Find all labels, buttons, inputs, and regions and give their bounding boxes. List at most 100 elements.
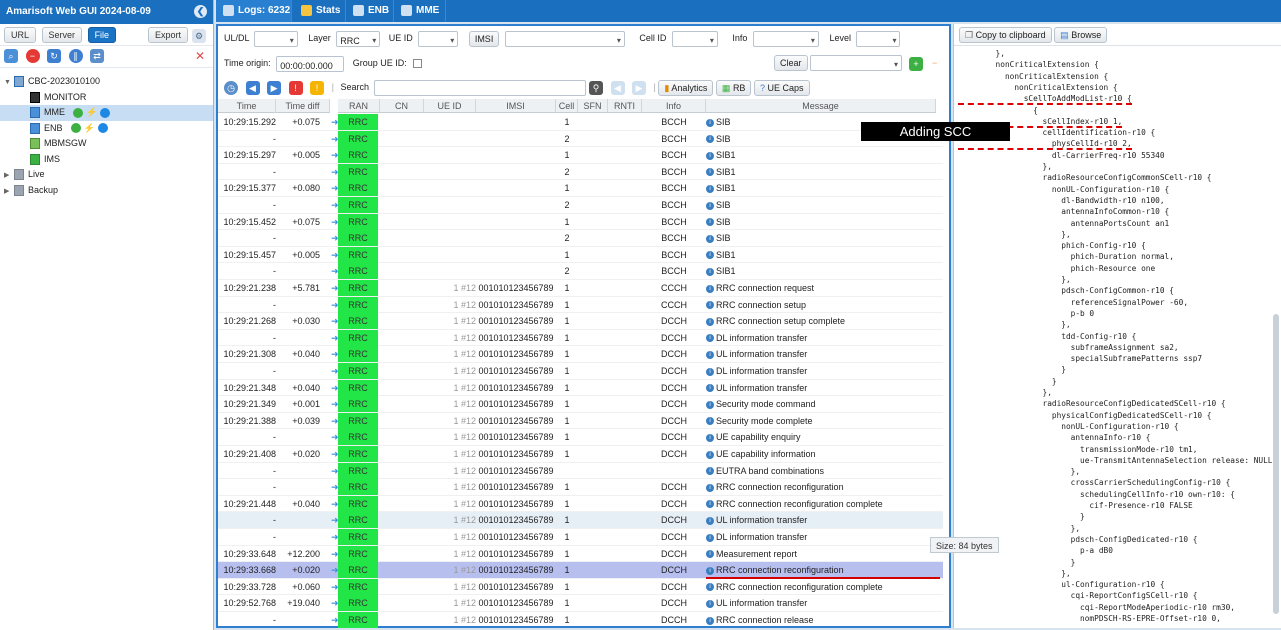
tab-mme[interactable]: MME xyxy=(394,0,446,22)
table-row[interactable]: - RRC 2 BCCH i SIB1 ➜ xyxy=(218,163,943,181)
table-row[interactable]: - RRC 2 BCCH i SIB ➜ xyxy=(218,230,943,247)
arrow-right-icon[interactable]: ▶ xyxy=(267,80,282,95)
uldl-select[interactable]: ▾ xyxy=(253,30,298,47)
column-header[interactable]: CN xyxy=(380,99,424,113)
column-header[interactable]: UE ID xyxy=(424,99,476,113)
column-header[interactable]: Info xyxy=(642,99,706,113)
column-header[interactable]: RNTI xyxy=(608,99,642,113)
server-button[interactable]: Server xyxy=(41,27,83,43)
column-header[interactable]: SFN xyxy=(578,99,608,113)
connect-icon[interactable]: ⇄ xyxy=(90,49,105,63)
tree-node-mme[interactable]: MME ⚡ xyxy=(0,105,213,121)
table-row[interactable]: 10:29:21.308 +0.040 RRC 1 #12 00101012345678… xyxy=(218,346,943,364)
info-select[interactable]: ▾ xyxy=(752,30,819,47)
table-row[interactable]: - RRC 2 BCCH i SIB1 ➜ xyxy=(218,263,943,281)
remove-icon[interactable]: − xyxy=(932,54,937,72)
code-text: p-b 0 xyxy=(958,308,1095,318)
table-row[interactable]: - RRC 1 #12 001010123456789 1 DCCH i RRC connec… xyxy=(218,479,943,496)
table-row[interactable]: - RRC 1 #12 001010123456789 i EUTRA band comb… xyxy=(218,462,943,480)
table-row[interactable]: 10:29:15.292 +0.075 RRC 1 BCCH i SIB ➜ xyxy=(218,114,943,131)
analytics-button[interactable]: ▮ Analytics xyxy=(658,79,714,96)
arrow-left-icon[interactable]: ◀ xyxy=(245,80,260,95)
tab-logs[interactable]: Logs: 6232 xyxy=(216,0,292,22)
table-row[interactable]: - RRC 1 #12 001010123456789 1 DCCH i DL informa… xyxy=(218,329,943,347)
ueid-select[interactable]: ▾ xyxy=(418,30,459,47)
add-icon[interactable]: + xyxy=(909,57,923,71)
binoculars-icon[interactable]: ⚲ xyxy=(589,80,603,95)
cellid-select[interactable]: ▾ xyxy=(671,30,718,47)
browse-button[interactable]: ▤ Browse xyxy=(1054,27,1108,43)
search-icon[interactable]: ⌕ xyxy=(4,49,18,63)
tree-node-backup[interactable]: ▶ Backup xyxy=(0,183,213,199)
error-icon[interactable]: ! xyxy=(288,80,303,95)
tab-enb[interactable]: ENB xyxy=(346,0,394,22)
column-header[interactable]: Cell xyxy=(556,99,578,113)
column-header[interactable]: IMSI xyxy=(476,99,556,113)
table-row[interactable]: - RRC 2 BCCH i SIB ➜ xyxy=(218,197,943,214)
tree-node-enb[interactable]: ENB ⚡ xyxy=(0,121,213,137)
close-icon[interactable]: ✕ xyxy=(195,49,205,63)
table-row[interactable]: - RRC 1 #12 001010123456789 1 DCCH i DL informa… xyxy=(218,363,943,380)
tree-node-monitor[interactable]: MONITOR xyxy=(0,90,213,106)
table-row[interactable]: - RRC 1 #12 001010123456789 1 CCCH i RRC connec… xyxy=(218,296,943,314)
table-row[interactable]: 10:29:33.648 +12.200 RRC 1 #12 0010101234567… xyxy=(218,545,943,563)
table-row[interactable]: 10:29:15.297 +0.005 RRC 1 BCCH i SIB1 ➜ xyxy=(218,147,943,164)
export-button[interactable]: Export xyxy=(148,27,189,43)
column-header[interactable]: Time xyxy=(218,99,276,113)
preset-select[interactable]: ▾ xyxy=(810,55,902,71)
stop-icon[interactable]: − xyxy=(25,49,40,63)
clear-button[interactable]: Clear xyxy=(774,55,808,71)
clock-icon[interactable]: ◷ xyxy=(224,80,238,95)
copy-button[interactable]: ❐ Copy to clipboard xyxy=(959,27,1052,43)
refresh-icon[interactable]: ↻ xyxy=(47,49,62,63)
search-input[interactable] xyxy=(374,79,587,96)
pause-icon[interactable]: ∥ xyxy=(68,49,83,63)
warning-icon[interactable]: ! xyxy=(310,80,325,95)
table-row[interactable]: 10:29:21.448 +0.040 RRC 1 #12 00101012345678… xyxy=(218,495,943,513)
level-select[interactable]: ▾ xyxy=(856,30,901,47)
table-row[interactable]: 10:29:21.388 +0.039 RRC 1 #12 00101012345678… xyxy=(218,412,943,430)
collapse-icon[interactable]: ❮ xyxy=(194,5,207,18)
column-header[interactable]: RAN xyxy=(338,99,380,113)
group-ue-checkbox[interactable] xyxy=(413,59,423,69)
expand-icon[interactable]: ▶ xyxy=(4,168,14,183)
play-icon[interactable] xyxy=(97,123,108,134)
file-button[interactable]: File xyxy=(87,27,117,43)
table-row[interactable]: - RRC 2 BCCH i SIB ➜ xyxy=(218,130,943,148)
table-row[interactable]: 10:29:21.238 +5.781 RRC 1 #12 00101012345678… xyxy=(218,280,943,297)
imsi-select[interactable]: ▾ xyxy=(504,30,625,47)
table-row[interactable]: 10:29:52.768 +19.040 RRC 1 #12 0010101234567… xyxy=(218,595,943,613)
tree-node-live[interactable]: ▶ Live xyxy=(0,167,213,183)
prev-match-icon[interactable]: ◀ xyxy=(610,80,625,95)
table-row[interactable]: 10:29:21.408 +0.020 RRC 1 #12 00101012345678… xyxy=(218,446,943,463)
table-row[interactable]: 10:29:21.349 +0.001 RRC 1 #12 00101012345678… xyxy=(218,396,943,413)
uecaps-button[interactable]: ? UE Caps xyxy=(753,79,810,96)
table-row[interactable]: - RRC 1 #12 001010123456789 1 DCCH i UL informa… xyxy=(218,512,943,530)
table-row[interactable]: 10:29:21.268 +0.030 RRC 1 #12 00101012345678… xyxy=(218,313,943,330)
tree-node-ims[interactable]: IMS xyxy=(0,152,213,168)
table-row[interactable]: 10:29:21.348 +0.040 RRC 1 #12 00101012345678… xyxy=(218,379,943,397)
tree-node-cbc[interactable]: ▼ CBC-2023010100 xyxy=(0,74,213,90)
time-origin-input[interactable]: 00:00:00.000 xyxy=(276,55,345,72)
expand-icon[interactable]: ▶ xyxy=(4,184,14,199)
rb-button[interactable]: ▦ RB xyxy=(715,79,752,96)
tree-node-mbmsgw[interactable]: MBMSGW xyxy=(0,136,213,152)
table-row[interactable]: - RRC 1 #12 001010123456789 1 DCCH i RRC connec… xyxy=(218,612,943,628)
next-match-icon[interactable]: ▶ xyxy=(632,80,647,95)
table-row[interactable]: 10:29:15.457 +0.005 RRC 1 BCCH i SIB1 ➜ xyxy=(218,246,943,264)
table-row[interactable]: 10:29:15.377 +0.080 RRC 1 BCCH i SIB1 ➜ xyxy=(218,180,943,198)
scrollbar[interactable] xyxy=(1273,314,1279,614)
settings-icon[interactable]: ⚙ xyxy=(192,29,206,43)
column-header[interactable]: Message xyxy=(706,99,936,113)
layer-select[interactable]: RRC ▾ xyxy=(336,30,381,47)
column-header[interactable]: Time diff xyxy=(276,99,330,113)
play-icon[interactable] xyxy=(100,107,111,118)
url-button[interactable]: URL xyxy=(4,27,37,43)
expand-icon[interactable]: ▼ xyxy=(4,75,14,90)
table-row[interactable]: - RRC 1 #12 001010123456789 1 DCCH i UE capabil… xyxy=(218,429,943,447)
table-row[interactable]: - RRC 1 #12 001010123456789 1 DCCH i DL informa… xyxy=(218,529,943,546)
imsi-button[interactable]: IMSI xyxy=(468,30,500,47)
table-row[interactable]: 10:29:15.452 +0.075 RRC 1 BCCH i SIB ➜ xyxy=(218,213,943,231)
tab-stats[interactable]: Stats xyxy=(294,0,346,22)
table-row[interactable]: 10:29:33.728 +0.060 RRC 1 #12 00101012345678… xyxy=(218,578,943,596)
